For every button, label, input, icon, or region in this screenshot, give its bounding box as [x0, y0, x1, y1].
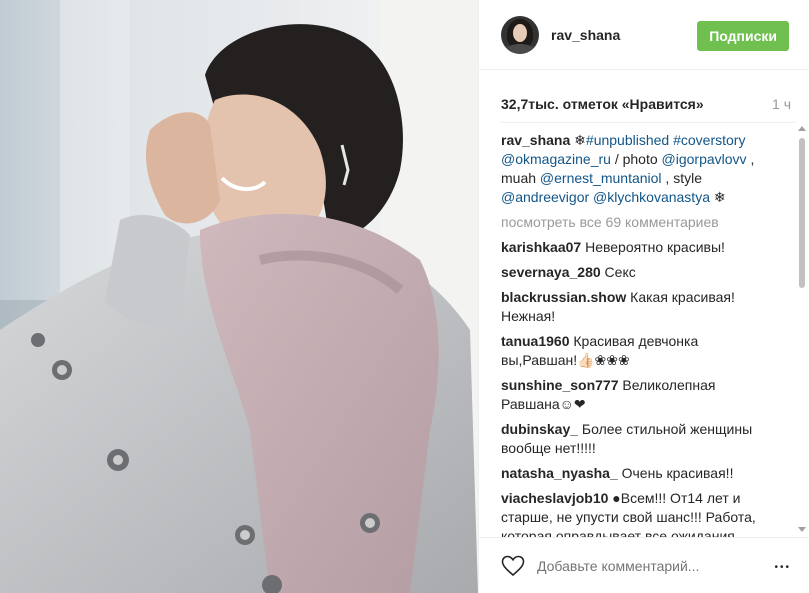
comment-username[interactable]: natasha_nyasha_: [501, 465, 618, 481]
comment: blackrussian.show Какая красивая! Нежная…: [501, 288, 773, 326]
comments-list: rav_shana ❄#unpublished #coverstory @okm…: [501, 131, 773, 537]
likes-row: 32,7тыс. отметок «Нравится» 1 ч: [501, 96, 791, 112]
post-username[interactable]: rav_shana: [551, 27, 620, 43]
heart-icon[interactable]: [501, 555, 525, 577]
scroll-down-arrow-icon[interactable]: [798, 527, 806, 532]
caption-text: ❄: [570, 132, 586, 148]
comment-text: Очень красивая!!: [617, 465, 734, 481]
comment-username[interactable]: severnaya_280: [501, 264, 601, 280]
comment-username[interactable]: karishkaa07: [501, 239, 581, 255]
comment: dubinskay_ Более стильной женщины вообще…: [501, 420, 773, 458]
instagram-post: rav_shana Подписки 32,7тыс. отметок «Нра…: [0, 0, 809, 593]
add-comment-input[interactable]: [537, 557, 757, 574]
comment: severnaya_280 Секс: [501, 263, 773, 282]
hashtag-link[interactable]: #coverstory: [673, 132, 745, 148]
comment-username[interactable]: blackrussian.show: [501, 289, 626, 305]
mention-link[interactable]: @igorpavlovv: [662, 151, 747, 167]
caption-text: , style: [661, 170, 703, 186]
likes-count[interactable]: 32,7тыс. отметок «Нравится»: [501, 96, 704, 112]
timestamp[interactable]: 1 ч: [772, 96, 791, 112]
more-options-icon[interactable]: •••: [774, 562, 791, 573]
mention-link[interactable]: @ernest_muntaniol: [540, 170, 662, 186]
follow-button[interactable]: Подписки: [697, 21, 789, 51]
comment-footer: •••: [479, 537, 809, 593]
comment: sunshine_son777 Великолепная Равшана☺❤: [501, 376, 773, 414]
caption-text: / photo: [610, 151, 662, 167]
mention-link[interactable]: @okmagazine_ru: [501, 151, 611, 167]
view-all-comments-link[interactable]: посмотреть все 69 комментариев: [501, 213, 773, 232]
post-image: [0, 0, 478, 593]
divider: [501, 122, 795, 123]
post-header: rav_shana Подписки: [479, 0, 809, 70]
caption: rav_shana ❄#unpublished #coverstory @okm…: [501, 131, 773, 207]
comment-username[interactable]: dubinskay_: [501, 421, 578, 437]
comment: karishkaa07 Невероятно красивы!: [501, 238, 773, 257]
comment: viacheslavjob10 ●Всем!!! От14 лет и стар…: [501, 489, 773, 537]
comment: natasha_nyasha_ Очень красивая!!: [501, 464, 773, 483]
caption-username[interactable]: rav_shana: [501, 132, 570, 148]
mention-link[interactable]: @klychkovanastya: [593, 189, 710, 205]
post-details-panel: rav_shana Подписки 32,7тыс. отметок «Нра…: [478, 0, 809, 593]
comment-text: Секс: [600, 264, 636, 280]
comment-username[interactable]: tanua1960: [501, 333, 569, 349]
comment: tanua1960 Красивая девчонка вы,Равшан!👍🏻…: [501, 332, 773, 370]
comment-username[interactable]: sunshine_son777: [501, 377, 619, 393]
scroll-up-arrow-icon[interactable]: [798, 126, 806, 131]
comments-scrollbar[interactable]: [796, 124, 808, 534]
mention-link[interactable]: @andreevigor: [501, 189, 589, 205]
scrollbar-thumb[interactable]: [799, 138, 805, 288]
post-photo[interactable]: [0, 0, 478, 593]
hashtag-link[interactable]: #unpublished: [586, 132, 669, 148]
comment-text: Невероятно красивы!: [581, 239, 725, 255]
comment-username[interactable]: viacheslavjob10: [501, 490, 608, 506]
avatar[interactable]: [501, 15, 539, 54]
caption-text: ❄: [709, 189, 726, 205]
